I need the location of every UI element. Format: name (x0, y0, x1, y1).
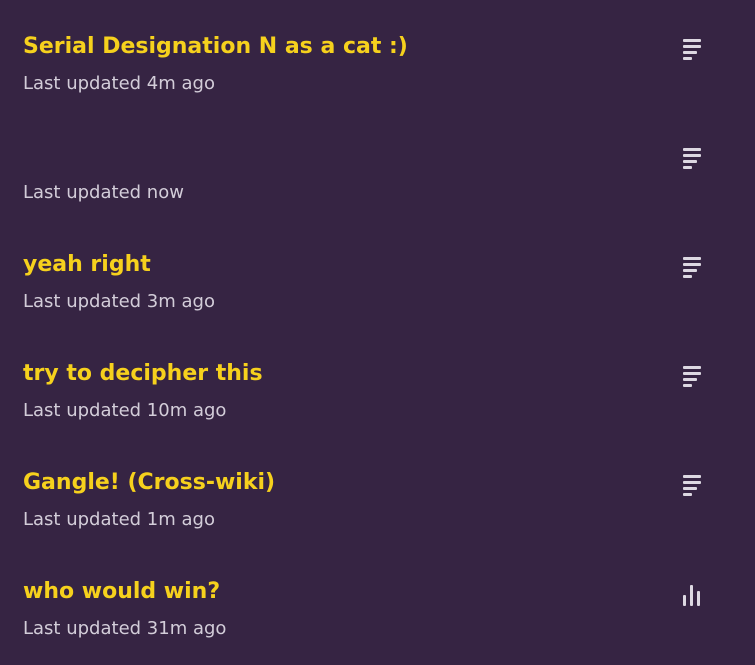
item-updated: Last updated 4m ago (23, 73, 215, 94)
item-title: try to decipher this (23, 361, 263, 386)
lines-icon (683, 39, 701, 60)
list-item[interactable]: Serial Designation N as a cat :) Last up… (0, 0, 755, 108)
lines-icon (683, 475, 701, 496)
list-item[interactable]: yeah right Last updated 3m ago (0, 218, 755, 326)
item-title: Serial Designation N as a cat :) (23, 34, 408, 59)
list-item[interactable]: try to decipher this Last updated 10m ag… (0, 327, 755, 435)
item-updated: Last updated 31m ago (23, 618, 227, 639)
bar-chart-icon (683, 585, 700, 606)
item-title: who would win? (23, 579, 221, 604)
item-updated: Last updated now (23, 182, 184, 203)
lines-icon (683, 257, 701, 278)
item-updated: Last updated 10m ago (23, 400, 227, 421)
list-item[interactable]: Last updated now (0, 109, 755, 217)
list-item[interactable]: Gangle! (Cross-wiki) Last updated 1m ago (0, 436, 755, 544)
item-updated: Last updated 3m ago (23, 291, 215, 312)
lines-icon (683, 148, 701, 169)
poll-list: Serial Designation N as a cat :) Last up… (0, 0, 755, 665)
item-updated: Last updated 1m ago (23, 509, 215, 530)
item-title: yeah right (23, 252, 151, 277)
lines-icon (683, 366, 701, 387)
list-item[interactable]: who would win? Last updated 31m ago (0, 545, 755, 653)
item-title: Gangle! (Cross-wiki) (23, 470, 276, 495)
